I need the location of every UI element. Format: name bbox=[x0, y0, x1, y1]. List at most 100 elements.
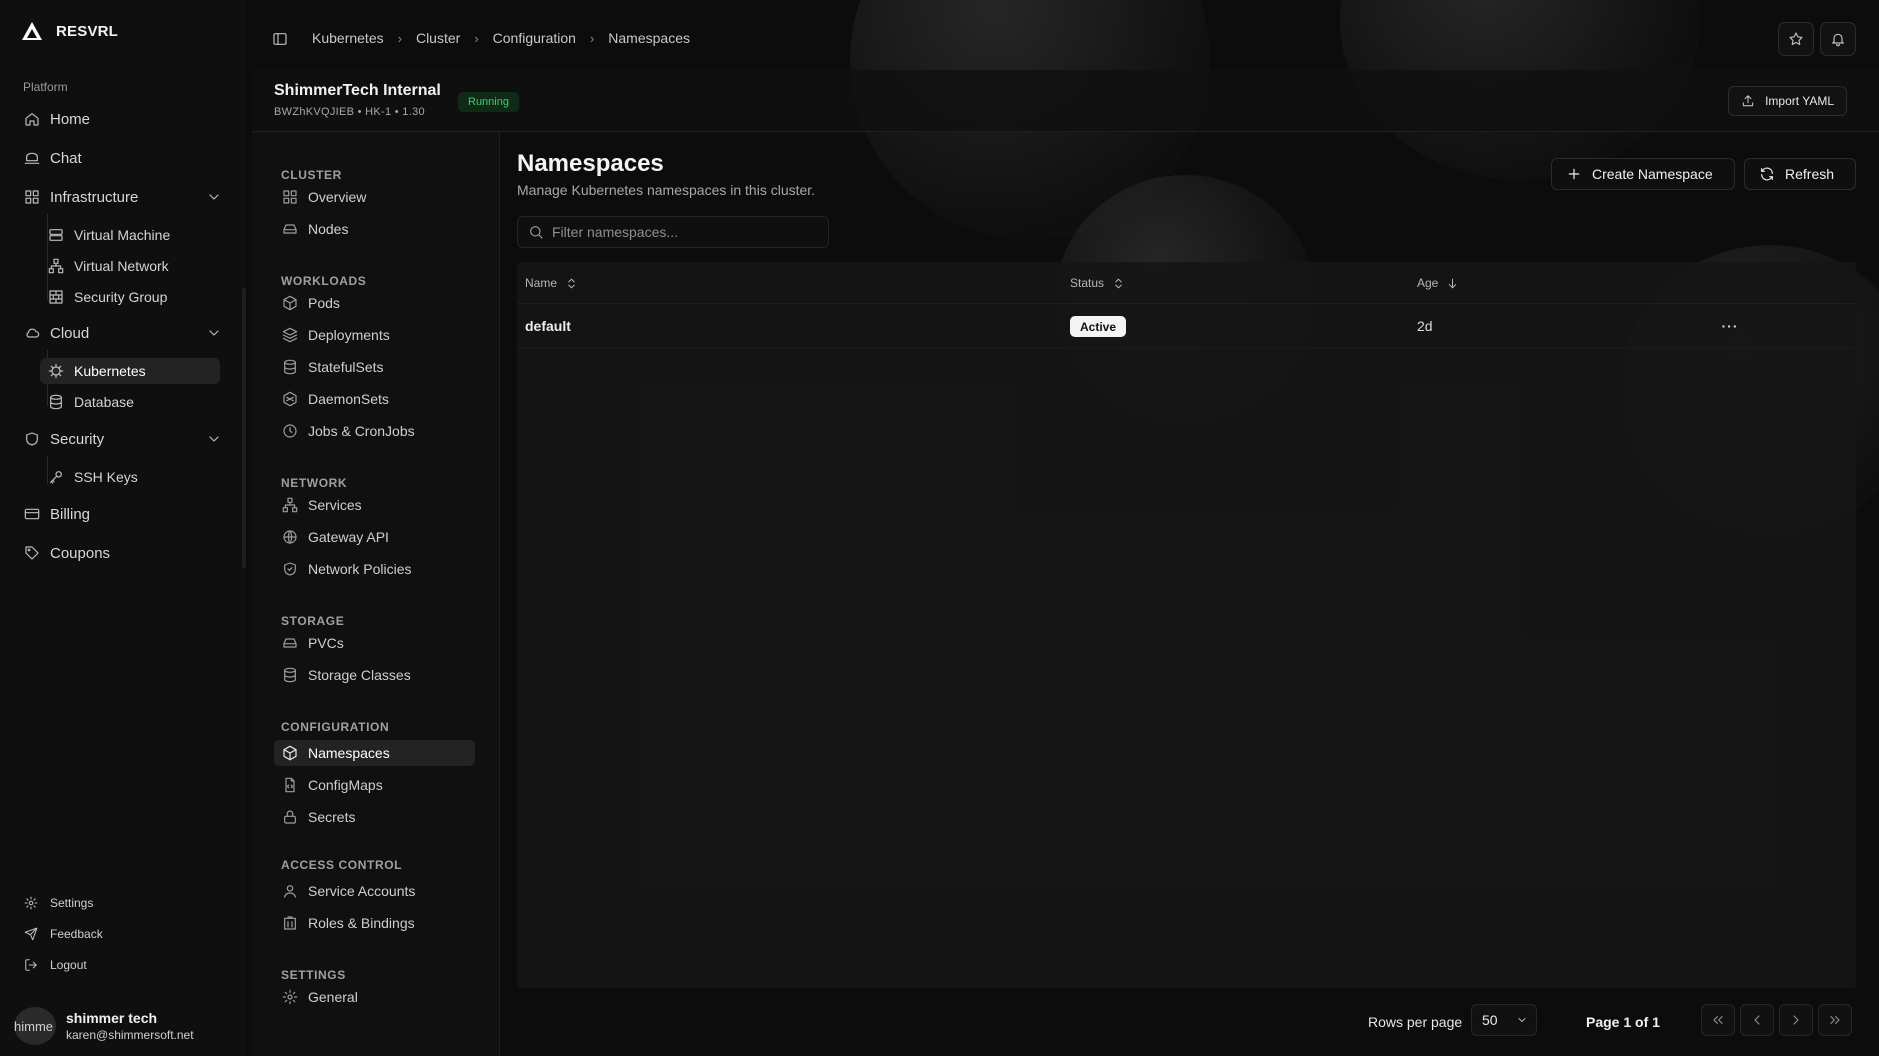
box-icon bbox=[282, 745, 298, 761]
grid-icon bbox=[282, 189, 298, 205]
nav-feedback[interactable]: Feedback bbox=[24, 927, 103, 941]
res-namespaces[interactable]: Namespaces bbox=[274, 740, 475, 766]
filter-namespaces-input[interactable] bbox=[552, 224, 812, 240]
res-services[interactable]: Services bbox=[274, 492, 475, 518]
platform-group-label: Platform bbox=[23, 80, 68, 94]
nav-database[interactable]: Database bbox=[40, 389, 220, 415]
res-nodes[interactable]: Nodes bbox=[274, 216, 475, 242]
previous-page-button[interactable] bbox=[1740, 1004, 1774, 1036]
nav-infrastructure-label: Infrastructure bbox=[50, 188, 139, 206]
toggle-sidebar-button[interactable] bbox=[262, 22, 298, 56]
shield-icon bbox=[24, 431, 40, 447]
first-page-button[interactable] bbox=[1701, 1004, 1735, 1036]
star-icon bbox=[1788, 31, 1804, 47]
column-name[interactable]: Name bbox=[525, 276, 581, 290]
pagination: Rows per page 50 Page 1 of 1 bbox=[500, 1002, 1879, 1042]
res-gateway-api[interactable]: Gateway API bbox=[274, 524, 475, 550]
res-statefulsets[interactable]: StatefulSets bbox=[274, 354, 475, 380]
chevron-right-icon: › bbox=[474, 30, 479, 46]
res-pvcs-label: PVCs bbox=[308, 635, 344, 651]
nav-billing[interactable]: Billing bbox=[18, 499, 228, 529]
notifications-button[interactable] bbox=[1820, 22, 1856, 56]
res-pods[interactable]: Pods bbox=[274, 290, 475, 316]
res-daemonsets[interactable]: DaemonSets bbox=[274, 386, 475, 412]
breadcrumb-configuration[interactable]: Configuration bbox=[493, 30, 576, 46]
res-general[interactable]: General bbox=[274, 984, 475, 1010]
res-deployments[interactable]: Deployments bbox=[274, 322, 475, 348]
import-yaml-button[interactable]: Import YAML bbox=[1728, 86, 1847, 116]
column-age[interactable]: Age bbox=[1417, 276, 1462, 290]
home-icon bbox=[24, 111, 40, 127]
section-network: NETWORK bbox=[281, 476, 348, 490]
res-pvcs[interactable]: PVCs bbox=[274, 630, 475, 656]
key-icon bbox=[48, 469, 64, 485]
chevron-right-icon: › bbox=[589, 30, 595, 46]
sidebar-scrollbar[interactable] bbox=[242, 288, 246, 568]
res-storage-classes[interactable]: Storage Classes bbox=[274, 662, 475, 688]
res-configmaps-label: ConfigMaps bbox=[308, 777, 383, 793]
nav-security[interactable]: Security bbox=[18, 424, 228, 454]
res-gateway-api-label: Gateway API bbox=[308, 529, 389, 545]
table-row[interactable]: default Active 2d ··· bbox=[517, 304, 1856, 348]
globe-icon bbox=[282, 529, 298, 545]
nav-logout-label: Logout bbox=[50, 958, 87, 972]
rows-per-page-value: 50 bbox=[1482, 1012, 1498, 1028]
res-storage-classes-label: Storage Classes bbox=[308, 667, 411, 683]
app-sidebar: RESVRL Platform Home Chat Infrastructure… bbox=[0, 0, 246, 1056]
nav-billing-label: Billing bbox=[50, 505, 91, 523]
row-actions-button[interactable]: ··· bbox=[1717, 314, 1743, 338]
helm-icon bbox=[48, 363, 64, 379]
refresh-button[interactable]: Refresh bbox=[1744, 158, 1856, 190]
last-page-button[interactable] bbox=[1818, 1004, 1852, 1036]
nav-home[interactable]: Home bbox=[18, 104, 228, 134]
nav-ssh-keys[interactable]: SSH Keys bbox=[40, 464, 220, 490]
res-nodes-label: Nodes bbox=[308, 221, 349, 237]
brand[interactable]: RESVRL bbox=[20, 20, 118, 42]
next-page-button[interactable] bbox=[1779, 1004, 1813, 1036]
network-icon bbox=[48, 258, 64, 274]
chevron-down-icon bbox=[206, 325, 222, 341]
nav-virtual-machine[interactable]: Virtual Machine bbox=[40, 222, 220, 248]
favorite-button[interactable] bbox=[1778, 22, 1814, 56]
main-content: Namespaces Manage Kubernetes namespaces … bbox=[500, 132, 1879, 1056]
chevron-left-icon bbox=[1749, 1012, 1765, 1028]
box-icon bbox=[282, 295, 298, 311]
nav-infrastructure[interactable]: Infrastructure bbox=[18, 182, 228, 212]
cloud-icon bbox=[24, 325, 40, 341]
nav-virtual-network[interactable]: Virtual Network bbox=[40, 253, 220, 279]
namespace-name[interactable]: default bbox=[525, 318, 571, 334]
file-code-icon bbox=[282, 777, 298, 793]
nav-chat-label: Chat bbox=[50, 149, 82, 167]
res-service-accounts[interactable]: Service Accounts bbox=[274, 878, 475, 904]
nav-chat[interactable]: Chat bbox=[18, 143, 228, 173]
rows-per-page-select[interactable]: 50 bbox=[1471, 1004, 1537, 1036]
nav-cloud[interactable]: Cloud bbox=[18, 318, 228, 348]
layers-icon bbox=[282, 327, 298, 343]
chevron-down-icon bbox=[1516, 1014, 1532, 1026]
status-badge: Active bbox=[1070, 316, 1127, 337]
res-roles-bindings[interactable]: Roles & Bindings bbox=[274, 910, 475, 936]
res-pods-label: Pods bbox=[308, 295, 340, 311]
create-namespace-button[interactable]: Create Namespace bbox=[1551, 158, 1735, 190]
section-access-control: ACCESS CONTROL bbox=[281, 858, 403, 872]
nav-kubernetes[interactable]: Kubernetes bbox=[40, 358, 220, 384]
user-profile[interactable]: himme shimmer tech karen@shimmersoft.net bbox=[14, 1007, 194, 1045]
res-overview[interactable]: Overview bbox=[274, 184, 475, 210]
page-subtitle: Manage Kubernetes namespaces in this clu… bbox=[517, 182, 816, 198]
res-namespaces-label: Namespaces bbox=[308, 745, 390, 761]
nav-coupons[interactable]: Coupons bbox=[18, 538, 228, 568]
res-network-policies[interactable]: Network Policies bbox=[274, 556, 475, 582]
res-configmaps[interactable]: ConfigMaps bbox=[274, 772, 475, 798]
refresh-label: Refresh bbox=[1785, 166, 1835, 182]
nav-logout[interactable]: Logout bbox=[24, 958, 87, 972]
breadcrumb-cluster[interactable]: Cluster bbox=[416, 30, 460, 46]
chevron-down-icon bbox=[206, 189, 222, 205]
section-storage: STORAGE bbox=[281, 614, 345, 628]
res-statefulsets-label: StatefulSets bbox=[308, 359, 384, 375]
nav-security-group[interactable]: Security Group bbox=[40, 284, 220, 310]
nav-settings[interactable]: Settings bbox=[24, 896, 93, 910]
res-jobs-cronjobs[interactable]: Jobs & CronJobs bbox=[274, 418, 475, 444]
column-status[interactable]: Status bbox=[1070, 276, 1128, 290]
res-secrets[interactable]: Secrets bbox=[274, 804, 475, 830]
breadcrumb-kubernetes[interactable]: Kubernetes bbox=[312, 30, 384, 46]
